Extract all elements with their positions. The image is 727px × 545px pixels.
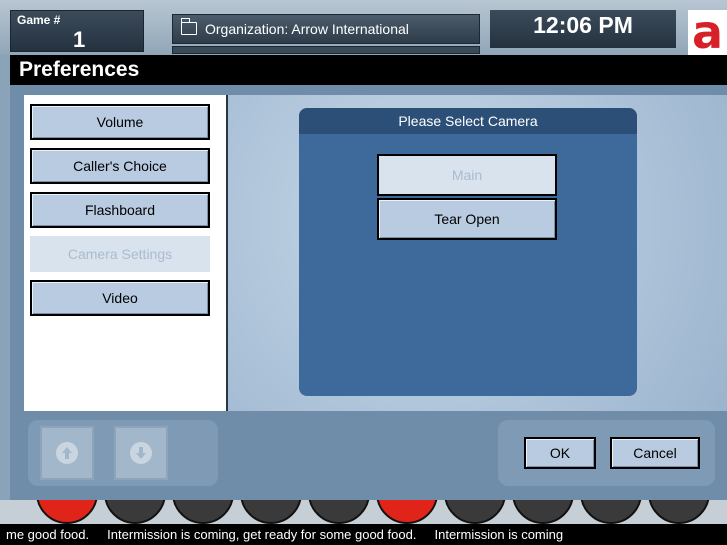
ball	[512, 500, 574, 524]
ticker: me good food. Intermission is coming, ge…	[0, 524, 727, 545]
arrow-up-icon	[56, 442, 78, 464]
page-title: Preferences	[10, 55, 727, 85]
scroll-controls	[28, 420, 218, 486]
preferences-menu: Volume Caller's Choice Flashboard Camera…	[24, 95, 228, 411]
ball	[36, 500, 98, 524]
menu-item-video[interactable]: Video	[30, 280, 210, 316]
game-number-box: Game # 1	[10, 10, 144, 52]
ball	[240, 500, 302, 524]
logo: a	[688, 10, 727, 55]
clock: 12:06 PM	[490, 10, 676, 48]
dialog-actions: OK Cancel	[498, 420, 715, 486]
organization-box[interactable]: Organization: Arrow International	[172, 14, 480, 44]
menu-item-flashboard[interactable]: Flashboard	[30, 192, 210, 228]
ball	[308, 500, 370, 524]
ball-strip	[0, 500, 727, 524]
ball	[104, 500, 166, 524]
ball	[444, 500, 506, 524]
ball	[172, 500, 234, 524]
logo-letter: a	[692, 10, 724, 55]
ball	[648, 500, 710, 524]
scroll-down-button[interactable]	[114, 426, 168, 480]
menu-item-callers-choice[interactable]: Caller's Choice	[30, 148, 210, 184]
top-bar: Game # 1 Organization: Arrow Internation…	[0, 0, 727, 55]
organization-label: Organization: Arrow International	[205, 21, 409, 37]
ball	[580, 500, 642, 524]
ball	[376, 500, 438, 524]
ok-button[interactable]: OK	[524, 437, 596, 469]
organization-sub-box	[172, 46, 480, 54]
preferences-content: Volume Caller's Choice Flashboard Camera…	[24, 95, 727, 411]
game-label: Game #	[17, 13, 61, 27]
game-number: 1	[73, 27, 86, 52]
scroll-up-button[interactable]	[40, 426, 94, 480]
camera-select-panel: Please Select Camera Main Tear Open	[299, 108, 637, 396]
menu-item-camera-settings[interactable]: Camera Settings	[30, 236, 210, 272]
arrow-down-icon	[130, 442, 152, 464]
menu-item-volume[interactable]: Volume	[30, 104, 210, 140]
camera-panel-heading: Please Select Camera	[299, 108, 637, 134]
main-panel: Volume Caller's Choice Flashboard Camera…	[10, 85, 727, 500]
cancel-button[interactable]: Cancel	[610, 437, 700, 469]
ticker-text: me good food. Intermission is coming, ge…	[6, 527, 564, 542]
folder-icon	[180, 18, 197, 35]
camera-option-main[interactable]: Main	[377, 154, 557, 196]
camera-option-tear-open[interactable]: Tear Open	[377, 198, 557, 240]
